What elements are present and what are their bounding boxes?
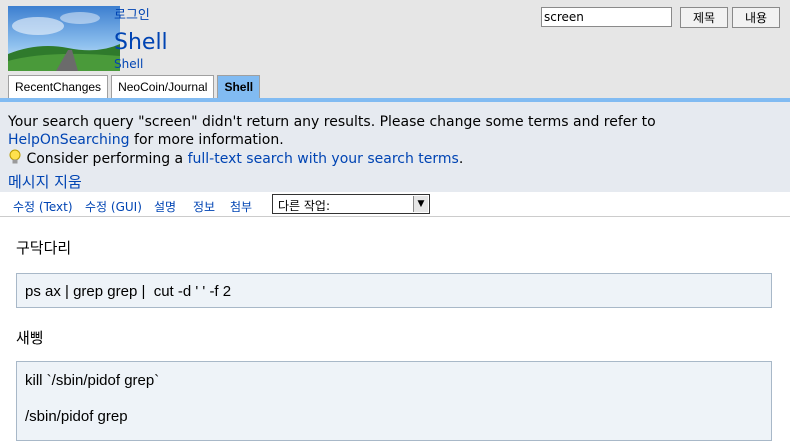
page-subtitle-link[interactable]: Shell xyxy=(114,57,143,71)
info-link[interactable]: 정보 xyxy=(193,198,215,215)
logo-image[interactable] xyxy=(8,6,120,71)
message-text: Your search query "screen" didn't return… xyxy=(8,114,656,130)
message-text: for more information. xyxy=(129,132,284,148)
tab-recentchanges[interactable]: RecentChanges xyxy=(8,75,109,98)
search-input[interactable] xyxy=(541,7,672,27)
section-heading: 구닥다리 xyxy=(16,239,72,257)
edit-text-link[interactable]: 수정 (Text) xyxy=(13,198,73,215)
attachments-link[interactable]: 첨부 xyxy=(230,198,252,215)
navbar: RecentChanges NeoCoin/Journal Shell xyxy=(8,75,263,98)
more-actions-select[interactable]: 다른 작업: ▼ xyxy=(272,194,430,214)
full-text-search-link[interactable]: full-text search with your search terms xyxy=(188,151,459,167)
message-line-2: Consider performing a full-text search w… xyxy=(8,149,463,168)
code-line: ps ax | grep grep | cut -d ' ' -f 2 xyxy=(25,283,232,300)
search-message: Your search query "screen" didn't return… xyxy=(0,102,790,192)
page-title[interactable]: Shell xyxy=(114,30,168,55)
message-text: Consider performing a xyxy=(26,151,188,167)
login-link[interactable]: 로그인 xyxy=(114,4,150,23)
edit-gui-link[interactable]: 수정 (GUI) xyxy=(85,198,142,215)
code-block: ps ax | grep grep | cut -d ' ' -f 2 xyxy=(16,273,772,308)
page-content: 구닥다리 ps ax | grep grep | cut -d ' ' -f 2… xyxy=(0,216,790,441)
tab-neocoin-journal[interactable]: NeoCoin/Journal xyxy=(111,75,215,98)
more-actions-label: 다른 작업: xyxy=(278,199,331,213)
content-search-button[interactable]: 내용 xyxy=(732,7,780,28)
section-heading: 새삥 xyxy=(16,329,44,347)
help-on-searching-link[interactable]: HelpOnSearching xyxy=(8,132,130,148)
title-search-button[interactable]: 제목 xyxy=(680,7,728,28)
message-line-1: Your search query "screen" didn't return… xyxy=(8,113,708,149)
tab-shell[interactable]: Shell xyxy=(217,75,261,98)
comments-link[interactable]: 설명 xyxy=(154,198,176,215)
header: 로그인 Shell Shell 제목 내용 RecentChanges NeoC… xyxy=(0,0,790,98)
code-block: kill `/sbin/pidof grep` /sbin/pidof grep xyxy=(16,361,772,441)
message-text: . xyxy=(458,151,464,167)
dropdown-arrow-icon[interactable]: ▼ xyxy=(413,196,428,212)
lightbulb-icon xyxy=(8,149,22,165)
code-line: /sbin/pidof grep xyxy=(25,408,128,425)
code-line: kill `/sbin/pidof grep` xyxy=(25,372,160,389)
clear-message-link[interactable]: 메시지 지움 xyxy=(8,171,82,192)
